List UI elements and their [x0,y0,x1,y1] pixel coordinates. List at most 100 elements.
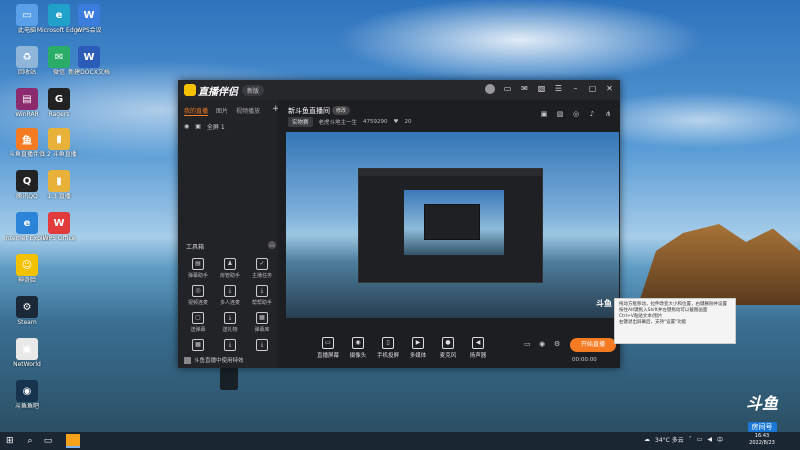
settings-icon[interactable]: ⚙ [554,340,563,349]
tool-item[interactable]: ✓ 主播任务 [246,258,278,279]
search-icon[interactable]: ⌕ [24,435,36,447]
tab-my-live[interactable]: 我的直播 [184,106,209,116]
qq-icon: Q [16,170,38,192]
desktop-shortcut[interactable]: ▣ NetWorld [4,338,50,368]
tool-label: 多人连麦 [219,300,240,306]
promo-icon [184,356,191,364]
screen-icon: ▭ [322,337,334,349]
folder-icon: ▮ [48,128,70,150]
tab-video[interactable]: 视频播放 [236,106,260,116]
douyu-icon: 鱼 [16,128,38,150]
download-icon: ⤓ [224,339,236,351]
room-title: 新斗鱼直播间 [288,107,330,115]
desktop-shortcut[interactable]: G Ragers [36,88,82,118]
desktop-shortcut[interactable]: ☺ 神奇脸 [4,254,50,284]
desktop-shortcut-label: 神奇脸 [17,277,36,284]
tool-item[interactable]: ⤓ [214,339,246,353]
media-icon: ▶ [412,337,424,349]
tool-item[interactable]: ♟ 房管助手 [214,258,246,279]
clock[interactable]: 16:43 2022/8/23 [742,433,782,447]
scene-item[interactable]: ◉ ▣ 全屏 1 [184,122,225,131]
start-icon[interactable]: ⊞ [6,436,16,446]
task-icon: ✓ [256,258,268,270]
volume-icon[interactable]: ◀ [707,436,712,443]
desktop-shortcut-label: NetWorld [13,361,41,368]
left-panel: 我的直播 图片 视频播放 + ◉ ▣ 全屏 1 工具箱 … ▤ 弹幕助手 ♟ 房管助手… [178,100,280,368]
send-danmaku-icon: ▢ [192,312,204,324]
settings-icon[interactable]: ☰ [554,84,563,93]
preview-canvas[interactable]: 斗鱼 [286,132,619,318]
live-assistant-window: 直播伴侣 新版 ▭ ✉ ▧ ☰ – ▢ ✕ 我的直播 图片 视频播放 + ◉ ▣… [178,80,620,368]
desktop-shortcut[interactable]: ▮ 1.2 斗鱼直播 [36,128,82,158]
close-icon[interactable]: ✕ [605,84,614,93]
edit-button[interactable]: 修改 [332,106,351,115]
eye-icon[interactable]: ◉ [184,123,189,130]
desktop-shortcut[interactable]: ◉ 斗鱼鱼吧 [4,380,50,410]
version-badge[interactable]: 新版 [242,85,265,96]
tool-label: 送礼物 [222,327,238,333]
lock-icon[interactable]: ▣ [195,123,201,130]
room-info: 老虎斗地主一生 [318,120,358,126]
tool-item[interactable]: ⤓ 多人连麦 [214,285,246,306]
desktop-shortcut-label: 1.2 斗鱼直播 [41,151,77,158]
tool-item[interactable]: ▦ 弹幕库 [246,312,278,333]
skin-icon[interactable]: ▧ [537,84,546,93]
message-icon[interactable]: ✉ [520,84,529,93]
tool-item[interactable]: ⤓ 帮帮助手 [246,285,278,306]
clock-time: 16:43 [754,433,770,439]
desktop-shortcut[interactable]: ⚙ Steam [4,296,50,326]
tool-item[interactable]: ◎ 视频连麦 [182,285,214,306]
brand-room-label: 房间号 [747,422,777,432]
tooltip-line: 右键退出屏幕后，支持"设置"功能 [619,320,687,325]
eye-icon[interactable]: ◉ [539,340,548,349]
multi-link-icon: ⤓ [224,285,236,297]
chevron-up-icon[interactable]: ˄ [689,436,692,443]
recycle-bin-icon: ♻ [16,46,38,68]
ime-indicator[interactable]: 中 [717,435,723,444]
source-button[interactable]: ● 麦克风 [434,337,462,359]
promo-row[interactable]: 斗鱼直播中使用特效 [184,356,244,364]
source-button[interactable]: ▭ 直播屏幕 [314,337,342,359]
tab-images[interactable]: 图片 [216,106,228,116]
desktop-shortcut[interactable]: W WPS会议 [66,4,112,34]
screenshot-icon[interactable]: ▧ [556,110,564,118]
maximize-icon[interactable]: ▢ [588,84,597,93]
source-button[interactable]: ▶ 多媒体 [404,337,432,359]
bell-icon[interactable]: ♪ [588,110,596,118]
lock-icon[interactable]: ▣ [540,110,548,118]
room-id: 4759290 [363,119,388,125]
toolbox-title: 工具箱 [186,244,205,251]
desktop-shortcut[interactable]: W 新建DOCX文档 [66,46,112,76]
minimize-icon[interactable]: – [571,84,580,93]
task-view-icon[interactable]: ▭ [42,435,54,447]
share-icon[interactable]: ⋔ [604,110,612,118]
promo-text: 斗鱼直播中使用特效 [194,358,244,364]
rank-badge[interactable]: 实物赛 [288,117,313,127]
camera-small-icon[interactable]: ▭ [524,340,533,349]
source-button[interactable]: ◀ 扬声器 [464,337,492,359]
tool-item[interactable]: ⤓ [246,339,278,353]
tool-label: 房管助手 [219,273,240,279]
record-icon[interactable]: ◎ [572,110,580,118]
source-button[interactable]: ◉ 摄像头 [344,337,372,359]
weather-text[interactable]: 34°C 多云 [655,435,684,444]
source-button-label: 麦克风 [439,353,457,359]
tool-item[interactable]: ▤ 弹幕助手 [182,258,214,279]
taskbar-app-douyu[interactable] [66,434,80,448]
douyu-bar-icon: ◉ [16,380,38,402]
desktop-shortcut[interactable]: W WPS Office [36,212,82,242]
avatar[interactable] [485,84,495,94]
network-icon[interactable]: ▭ [697,436,703,443]
screen-icon[interactable]: ▭ [503,84,512,93]
desktop-shortcut[interactable]: ▮ 1.3 直播 [36,170,82,200]
danmaku-icon: ▤ [192,258,204,270]
start-live-button[interactable]: 开始直播 [570,338,616,352]
weather-icon: ☁ [644,436,650,443]
source-button[interactable]: ▯ 手机投屏 [374,337,402,359]
tool-item[interactable]: ▢ 送弹幕 [182,312,214,333]
desktop-shortcut-label: Ragers [48,111,70,118]
grid-icon: ▦ [192,339,204,351]
more-icon[interactable]: … [268,241,276,249]
tool-item[interactable]: ▦ [182,339,214,353]
tool-item[interactable]: ⤓ 送礼物 [214,312,246,333]
